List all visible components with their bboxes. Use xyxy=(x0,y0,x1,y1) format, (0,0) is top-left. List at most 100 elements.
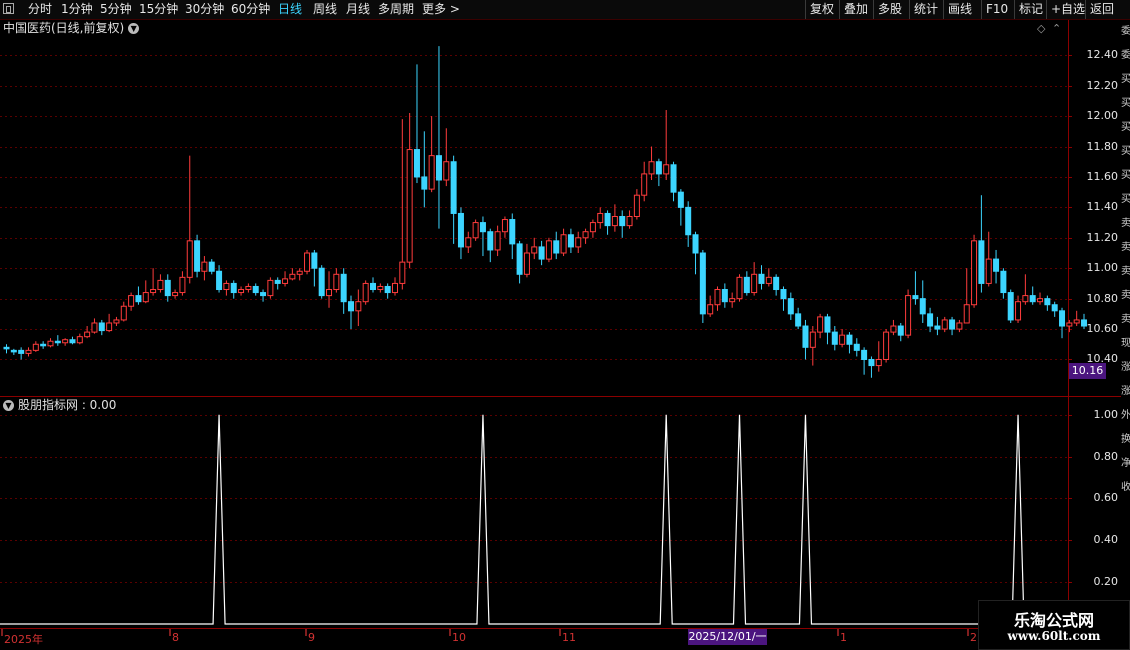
date-label: 2 xyxy=(970,631,977,644)
side-label: 买 xyxy=(1121,98,1130,109)
indicator-tick-label: 0.20 xyxy=(1093,574,1119,588)
candle-body xyxy=(802,325,809,348)
side-label: 涨 xyxy=(1121,362,1130,373)
candle-body xyxy=(553,240,560,254)
candle-body xyxy=(677,191,684,208)
candle-body xyxy=(413,149,420,178)
candle-body xyxy=(978,240,985,284)
date-label: 9 xyxy=(308,631,315,644)
side-label: 净 xyxy=(1121,458,1130,469)
candle-body xyxy=(120,305,127,321)
candle-body xyxy=(538,246,545,260)
indicator-tick-label: 0.80 xyxy=(1093,449,1119,463)
candle-body xyxy=(421,176,428,190)
candle-body xyxy=(457,212,464,248)
candle-body xyxy=(10,349,17,353)
candle-body xyxy=(655,161,662,175)
candle-body xyxy=(993,258,1000,272)
side-label: 涨 xyxy=(1121,386,1130,397)
date-label: 10 xyxy=(452,631,466,644)
candle-body xyxy=(98,322,105,332)
candle-body xyxy=(340,273,347,303)
side-label: 买 xyxy=(1121,194,1130,205)
candle-body xyxy=(377,285,384,291)
candle-body xyxy=(479,222,486,233)
candle-body xyxy=(362,282,369,303)
chart-canvas[interactable] xyxy=(0,0,1130,650)
candle-body xyxy=(824,316,831,333)
side-label: 卖 xyxy=(1121,266,1130,277)
candle-body xyxy=(707,304,714,315)
candle-body xyxy=(355,301,362,312)
side-label: 外 xyxy=(1121,410,1130,421)
candle-body xyxy=(736,276,743,300)
side-label: 卖 xyxy=(1121,242,1130,253)
candle-body xyxy=(567,234,574,248)
candle-body xyxy=(934,325,941,330)
side-label: 现 xyxy=(1121,338,1130,349)
candle-body xyxy=(84,331,91,338)
candle-body xyxy=(465,237,472,248)
candle-body xyxy=(787,298,794,315)
candle-body xyxy=(839,334,846,345)
indicator-header[interactable]: ▼ 股朋指标网 : 0.00 xyxy=(3,397,116,414)
side-label: 换 xyxy=(1121,434,1130,445)
side-label: 收 xyxy=(1121,482,1130,493)
candle-body xyxy=(1015,301,1022,321)
side-label: 买 xyxy=(1121,146,1130,157)
candle-body xyxy=(780,289,787,300)
candle-body xyxy=(47,340,54,347)
candle-body xyxy=(326,289,333,297)
candle-body xyxy=(296,270,303,275)
side-label: 委 xyxy=(1121,26,1130,37)
candle-body xyxy=(216,270,223,291)
candle-body xyxy=(699,252,706,315)
indicator-tick-label: 0.60 xyxy=(1093,490,1119,504)
candle-body xyxy=(25,349,32,354)
candle-body xyxy=(971,240,978,306)
candle-body xyxy=(765,276,772,284)
candle-body xyxy=(274,279,281,284)
candle-body xyxy=(399,261,406,284)
candle-body xyxy=(238,289,245,294)
candle-body xyxy=(1022,295,1029,303)
candle-body xyxy=(223,282,230,291)
side-label: 买 xyxy=(1121,74,1130,85)
side-label: 卖 xyxy=(1121,218,1130,229)
candle-body xyxy=(32,343,39,351)
cursor-date-tag: 2025/12/01/一 xyxy=(688,629,767,645)
candle-body xyxy=(868,358,875,367)
candle-body xyxy=(1037,298,1044,303)
candle-body xyxy=(289,273,296,280)
candle-body xyxy=(54,340,61,344)
candle-body xyxy=(194,240,201,272)
candle-body xyxy=(76,336,83,344)
side-label: 买 xyxy=(1121,170,1130,181)
candle-body xyxy=(18,349,25,354)
quote-side-panel: 委委买买买买买买卖卖卖卖卖现涨涨外换净收 xyxy=(1121,20,1130,628)
candle-body xyxy=(641,173,648,196)
candle-body xyxy=(186,240,193,278)
side-label: 卖 xyxy=(1121,290,1130,301)
candle-body xyxy=(128,295,135,307)
candle-body xyxy=(91,322,98,333)
candle-body xyxy=(406,149,413,263)
candle-body xyxy=(487,231,494,251)
candle-body xyxy=(172,292,179,297)
chevron-down-icon[interactable]: ▼ xyxy=(3,400,14,411)
candle-body xyxy=(611,216,618,227)
candle-body xyxy=(809,331,816,348)
candle-body xyxy=(721,289,728,303)
candle-body xyxy=(743,276,750,294)
candle-body xyxy=(333,273,340,291)
candle-body xyxy=(106,322,113,332)
date-label: 11 xyxy=(562,631,576,644)
candle-body xyxy=(560,234,567,254)
indicator-tick-label: 1.00 xyxy=(1093,407,1119,421)
candle-body xyxy=(648,161,655,175)
candle-body xyxy=(450,161,457,214)
candle-body xyxy=(575,237,582,248)
candle-body xyxy=(985,258,992,284)
candle-body xyxy=(897,325,904,336)
candle-body xyxy=(861,349,868,360)
